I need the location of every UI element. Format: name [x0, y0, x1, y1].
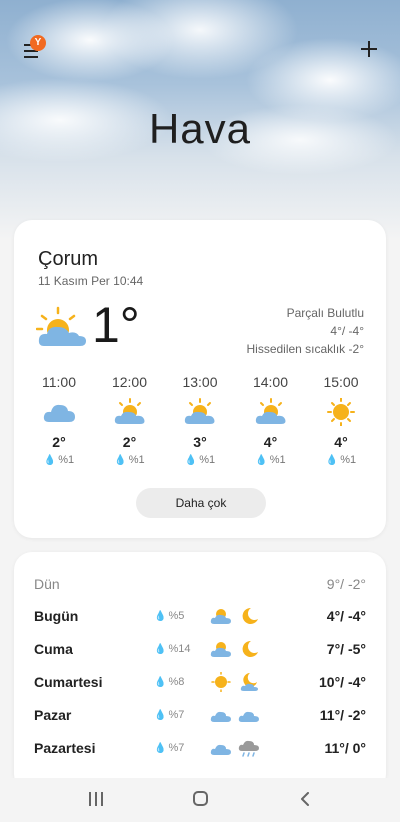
day-temp-range: 11°/ -2° [319, 707, 366, 723]
hourly-item: 12:00 2° 💧 %1 [95, 374, 165, 466]
rain-chance: %1 [199, 454, 216, 466]
hour-temperature: 3° [193, 434, 207, 450]
current-temperature: 1° [92, 297, 140, 353]
add-location-button[interactable] [360, 40, 378, 58]
hour-temperature: 2° [52, 434, 66, 450]
hour-time: 15:00 [323, 374, 359, 390]
cloudy-icon [210, 711, 231, 722]
day-rain: 💧 %8 [154, 676, 184, 688]
hourly-item: 14:00 4° 💧 %1 [236, 374, 306, 466]
droplet-icon: 💧 [325, 455, 339, 466]
home-button[interactable] [193, 791, 208, 806]
recent-apps-button[interactable] [89, 792, 105, 806]
day-name: Dün [34, 576, 60, 592]
daily-row[interactable]: Bugün 💧 %5 4°/ -4° [34, 606, 366, 630]
sunny-icon [327, 398, 355, 426]
droplet-icon: 💧 [154, 743, 167, 754]
hour-rain: 💧 %1 [95, 454, 165, 466]
hour-rain: 💧 %1 [236, 454, 306, 466]
rain-chance: %7 [168, 742, 185, 754]
daily-row[interactable]: Cumartesi 💧 %8 10°/ -4° [34, 672, 366, 696]
day-temp-range: 7°/ -5° [326, 641, 366, 657]
moon-cloud-icon [240, 673, 258, 691]
partly-cloudy-icon [210, 609, 231, 624]
notification-badge: Y [30, 35, 46, 51]
partly-cloudy-icon [36, 306, 86, 346]
rain-chance: %1 [128, 454, 145, 466]
day-temp-range: 11°/ 0° [324, 740, 366, 756]
hour-rain: 💧 %1 [24, 454, 94, 466]
day-rain: 💧 %7 [154, 709, 184, 721]
cloudy-icon [238, 711, 259, 722]
hour-time: 13:00 [182, 374, 218, 390]
droplet-icon: 💧 [154, 677, 167, 688]
system-navigation-bar [0, 778, 400, 822]
hourly-forecast[interactable]: 11:00 2° 💧 %1 12:00 2° 💧 %1 13:00 3° 💧 %… [24, 374, 376, 466]
daily-row-yesterday[interactable]: Dün 9°/ -2° [34, 574, 366, 598]
current-details: Parçalı Bulutlu 4°/ -4° Hissedilen sıcak… [246, 304, 364, 358]
hourly-item: 15:00 4° 💧 %1 [306, 374, 376, 466]
daily-row[interactable]: Pazartesi 💧 %7 11°/ 0° [34, 738, 366, 762]
droplet-icon: 💧 [114, 455, 127, 466]
day-name: Pazar [34, 707, 72, 723]
more-button[interactable]: Daha çok [136, 488, 266, 518]
feels-like-text: Hissedilen sıcaklık -2° [246, 342, 364, 356]
rain-chance: %5 [168, 610, 185, 622]
hour-time: 12:00 [111, 374, 148, 390]
hour-rain: 💧 %1 [165, 454, 235, 466]
droplet-icon: 💧 [43, 455, 57, 466]
day-name: Cuma [34, 641, 73, 657]
day-temp-range: 4°/ -4° [326, 608, 366, 624]
moon-icon [242, 607, 258, 624]
rain-chance: %8 [168, 676, 185, 688]
rain-chance: %7 [168, 709, 185, 721]
droplet-icon: 💧 [154, 611, 167, 622]
day-rain: 💧 %5 [154, 610, 184, 622]
rain-chance: %1 [269, 454, 286, 466]
hour-rain: 💧 %1 [306, 454, 376, 466]
partly-cloudy-icon [184, 398, 215, 424]
daily-row[interactable]: Pazar 💧 %7 11°/ -2° [34, 705, 366, 729]
daily-forecast-card[interactable]: Dün 9°/ -2° Bugün 💧 %5 4°/ -4° Cuma 💧 %14 … [14, 552, 386, 792]
hour-temperature: 2° [122, 434, 137, 450]
day-name: Cumartesi [34, 674, 103, 690]
day-rain: 💧 %14 [154, 643, 190, 655]
day-temp-range: 10°/ -4° [319, 674, 366, 690]
rain-chance: %1 [58, 454, 75, 466]
partly-cloudy-icon [255, 398, 285, 424]
partly-cloudy-icon [114, 398, 144, 424]
droplet-icon: 💧 [184, 455, 198, 466]
app-title: Hava [148, 105, 252, 152]
city-name: Çorum [38, 248, 99, 270]
day-name: Bugün [34, 608, 79, 624]
current-weather-card[interactable]: Çorum 11 Kasım Per 10:44 1° Parçalı Bulu… [14, 220, 386, 538]
day-name: Pazartesi [34, 740, 96, 756]
day-temp-range: 9°/ -2° [326, 576, 366, 592]
date-time: 11 Kasım Per 10:44 [38, 274, 144, 288]
hour-temperature: 4° [334, 434, 348, 450]
hour-time: 14:00 [252, 374, 289, 390]
sunny-icon [211, 672, 231, 692]
rain-chance: %1 [340, 454, 357, 466]
high-low-text: 4°/ -4° [330, 324, 364, 338]
partly-cloudy-icon [210, 642, 231, 657]
rain-chance: %14 [168, 643, 191, 655]
moon-icon [242, 640, 258, 657]
rain-cloud-icon [238, 740, 259, 757]
droplet-icon: 💧 [255, 455, 268, 466]
droplet-icon: 💧 [154, 644, 167, 655]
hourly-item: 11:00 2° 💧 %1 [24, 374, 94, 466]
daily-row[interactable]: Cuma 💧 %14 7°/ -5° [34, 639, 366, 663]
day-rain: 💧 %7 [154, 742, 184, 754]
cloudy-icon [43, 404, 75, 422]
hour-time: 11:00 [42, 374, 76, 390]
back-chevron-icon[interactable] [300, 792, 310, 806]
condition-text: Parçalı Bulutlu [286, 306, 364, 320]
cloudy-icon [210, 744, 231, 755]
droplet-icon: 💧 [154, 710, 167, 721]
hour-temperature: 4° [263, 434, 278, 450]
hourly-item: 13:00 3° 💧 %1 [165, 374, 235, 466]
